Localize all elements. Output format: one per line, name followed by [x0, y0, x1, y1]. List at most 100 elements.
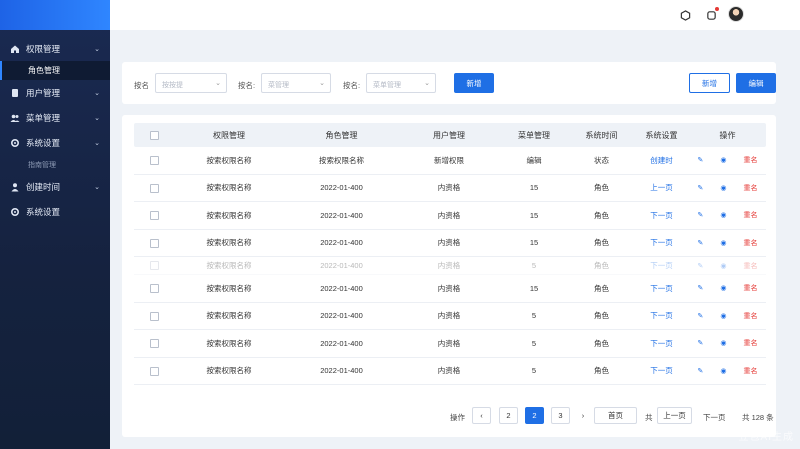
sidebar-item-system-settings-2[interactable]: 系统设置 — [0, 199, 110, 224]
table-cell: 15 — [529, 283, 539, 293]
sidebar-subitem-role-management[interactable]: 角色管理 — [0, 61, 110, 80]
prev-page-button[interactable]: ‹ — [472, 407, 491, 424]
notification-icon[interactable] — [704, 7, 719, 22]
row-link[interactable]: 下一页 — [634, 210, 689, 221]
avatar[interactable] — [728, 6, 744, 22]
sidebar-item-system-settings[interactable]: 系统设置 ⌄ — [0, 130, 110, 155]
row-link[interactable]: 创建时 — [634, 155, 689, 166]
row-checkbox[interactable] — [149, 183, 159, 193]
filter-select-2[interactable]: 菜管理 ⌄ — [261, 73, 331, 93]
delete-button[interactable]: 重名 — [743, 155, 757, 165]
home-page-button[interactable]: 首页 — [594, 407, 637, 424]
page-button[interactable]: 3 — [551, 407, 570, 424]
view-icon[interactable]: ◉ — [720, 184, 726, 192]
row-actions: ✎ ◉ 重名 — [689, 155, 766, 165]
table-cell: 按索权限名称 — [206, 238, 252, 248]
table-cell: 2022-01-400 — [320, 210, 363, 220]
sidebar-menu: 权限管理 ⌄ 角色管理 用户管理 ⌄ 菜单管理 ⌄ 系统设置 ⌄ 指南管理 创建… — [0, 30, 110, 224]
delete-button[interactable]: 重名 — [743, 283, 757, 293]
row-link[interactable]: 下一页 — [634, 237, 689, 248]
table-cell: 状态 — [594, 155, 609, 165]
add-button[interactable]: 新增 — [454, 73, 494, 93]
view-icon[interactable]: ◉ — [720, 339, 726, 347]
delete-button[interactable]: 重名 — [743, 238, 757, 248]
row-link[interactable]: 下一页 — [634, 283, 689, 294]
row-checkbox[interactable] — [149, 339, 159, 348]
chevron-down-icon: ⌄ — [94, 139, 100, 147]
filter-select-3[interactable]: 菜单管理 ⌄ — [366, 73, 436, 93]
column-header: 系统设置 — [645, 130, 678, 140]
delete-button[interactable]: 重名 — [743, 183, 757, 193]
edit-icon[interactable]: ✎ — [698, 156, 704, 164]
sidebar-subitem-guide[interactable]: 指南管理 — [0, 155, 110, 174]
row-link[interactable]: 下一页 — [634, 310, 689, 321]
view-icon[interactable]: ◉ — [720, 156, 726, 164]
table-row: 按索权限名称 2022-01-400 内资格 15 角色 下一页 ✎ ◉ 重名 — [134, 202, 766, 230]
column-header: 系统时间 — [585, 130, 618, 140]
row-actions: ✎ ◉ 重名 — [689, 366, 766, 376]
edit-icon[interactable]: ✎ — [698, 239, 704, 247]
column-header: 用户管理 — [433, 130, 465, 140]
edit-icon[interactable]: ✎ — [698, 339, 704, 347]
view-icon[interactable]: ◉ — [720, 312, 726, 320]
row-actions: ✎ ◉ 重名 — [689, 338, 766, 348]
edit-icon[interactable]: ✎ — [698, 262, 704, 270]
delete-button[interactable]: 重名 — [743, 311, 757, 321]
row-checkbox[interactable] — [149, 238, 159, 248]
table-cell: 按索权限名称 — [206, 311, 252, 321]
view-icon[interactable]: ◉ — [720, 239, 726, 247]
edit-icon[interactable]: ✎ — [698, 211, 704, 219]
row-link[interactable]: 下一页 — [634, 260, 689, 271]
edit-icon[interactable]: ✎ — [698, 184, 704, 192]
filter-select-1[interactable]: 按按提 ⌄ — [155, 73, 227, 93]
table-row: 按索权限名称 2022-01-400 内资格 5 角色 下一页 ✎ ◉ 重名 — [134, 330, 766, 358]
hexagon-icon[interactable] — [678, 8, 692, 22]
delete-button[interactable]: 重名 — [743, 261, 757, 271]
sidebar-item-permissions[interactable]: 权限管理 ⌄ — [0, 36, 110, 61]
row-checkbox[interactable] — [149, 284, 159, 293]
delete-button[interactable]: 重名 — [743, 210, 757, 220]
table-header: 权限管理 角色管理 用户管理 菜单管理 系统时间 系统设置 操作 — [134, 123, 766, 147]
select-all-checkbox[interactable] — [149, 130, 159, 140]
view-icon[interactable]: ◉ — [720, 367, 726, 375]
sidebar-item-users[interactable]: 用户管理 ⌄ — [0, 80, 110, 105]
edit-button[interactable]: 编辑 — [736, 73, 776, 93]
total-count: 共 128 条 — [742, 413, 774, 422]
row-link[interactable]: 上一页 — [634, 182, 689, 193]
edit-icon[interactable]: ✎ — [698, 312, 704, 320]
chevron-down-icon: ⌄ — [319, 80, 325, 87]
row-checkbox[interactable] — [149, 311, 159, 321]
table-cell: 内资格 — [437, 283, 461, 293]
table-cell: 内资格 — [437, 183, 461, 193]
table-cell: 内资格 — [437, 261, 461, 270]
view-icon[interactable]: ◉ — [720, 284, 726, 292]
document-icon — [10, 88, 20, 98]
row-checkbox[interactable] — [149, 261, 159, 271]
add-button-secondary[interactable]: 新增 — [689, 73, 730, 93]
prev-page-text-button[interactable]: 上一页 — [657, 407, 692, 424]
next-page-button[interactable]: › — [574, 407, 592, 424]
row-checkbox[interactable] — [149, 156, 159, 165]
view-icon[interactable]: ◉ — [720, 262, 726, 270]
sidebar-item-menus[interactable]: 菜单管理 ⌄ — [0, 105, 110, 130]
delete-button[interactable]: 重名 — [743, 338, 757, 348]
page-button[interactable]: 2 — [499, 407, 518, 424]
page-button-active[interactable]: 2 — [525, 407, 544, 424]
edit-icon[interactable]: ✎ — [698, 367, 704, 375]
row-link[interactable]: 下一页 — [634, 365, 689, 376]
table-cell: 内资格 — [437, 210, 461, 220]
row-link[interactable]: 下一页 — [634, 338, 689, 349]
next-page-text-button[interactable]: 下一页 — [703, 412, 726, 423]
filter-bar: 按名 按按提 ⌄ 按名: 菜管理 ⌄ 按名: 菜单管理 ⌄ 新增 新增 编辑 — [122, 62, 776, 104]
table-cell: 2022-01-400 — [320, 311, 363, 321]
view-icon[interactable]: ◉ — [720, 211, 726, 219]
delete-button[interactable]: 重名 — [743, 366, 757, 376]
sidebar-item-created-time[interactable]: 创建时间 ⌄ — [0, 174, 110, 199]
row-actions: ✎ ◉ 重名 — [689, 261, 766, 271]
row-actions: ✎ ◉ 重名 — [689, 183, 766, 193]
edit-icon[interactable]: ✎ — [698, 284, 704, 292]
row-checkbox[interactable] — [149, 366, 159, 376]
sidebar-item-label: 系统设置 — [26, 137, 61, 148]
row-checkbox[interactable] — [149, 211, 159, 220]
chevron-down-icon: ⌄ — [94, 114, 100, 122]
